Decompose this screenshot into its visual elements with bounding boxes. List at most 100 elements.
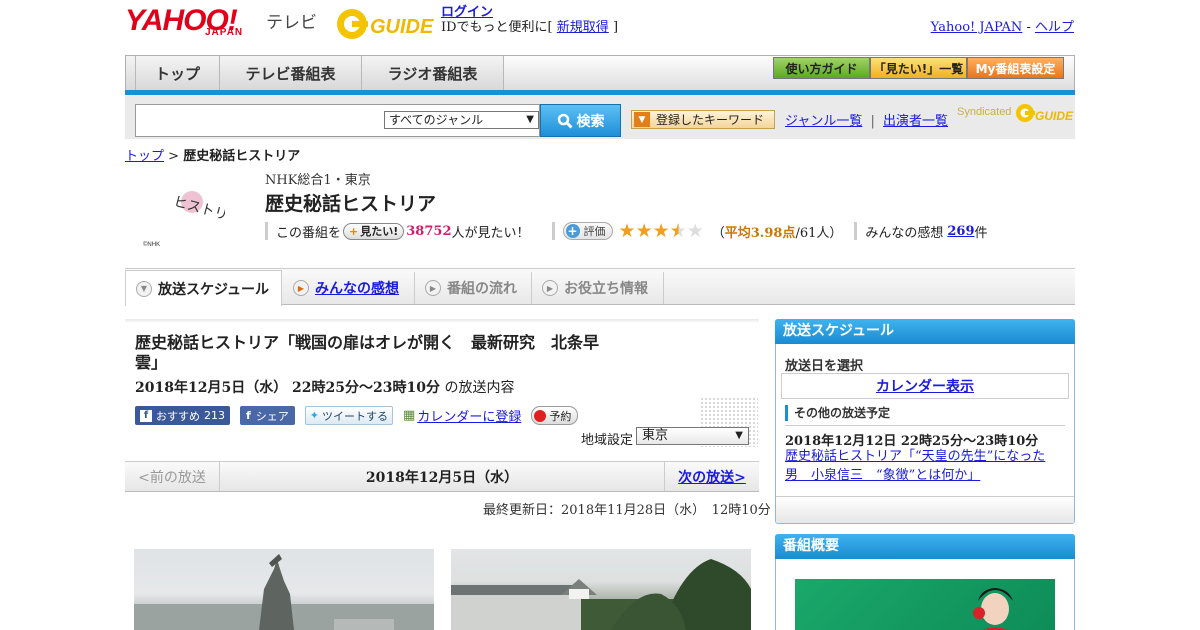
login-link[interactable]: ログイン xyxy=(441,5,493,20)
calendar-register-link[interactable]: カレンダーに登録 xyxy=(417,406,521,425)
episode-photo-statue xyxy=(134,549,434,630)
gguide-small-logo: GUIDE xyxy=(1016,104,1074,123)
fb-share-label: シェア xyxy=(255,409,289,423)
tab-program-flow[interactable]: ▶ 番組の流れ xyxy=(415,272,532,304)
tv-logo-text: テレビ xyxy=(266,13,317,33)
tab-impressions[interactable]: ▶ みんなの感想 xyxy=(283,272,415,304)
chevron-down-icon: ▼ xyxy=(136,280,152,297)
my-guide-settings-button[interactable]: My番組表設定 xyxy=(967,57,1064,79)
reserve-label: 予約 xyxy=(549,409,572,423)
breadcrumb-current: 歴史秘話ヒストリア xyxy=(183,149,301,164)
mitai-button-label: 見たい! xyxy=(360,225,399,238)
tab-broadcast-schedule[interactable]: ▼ 放送スケジュール xyxy=(125,270,282,306)
region-select[interactable]: 東京 ▼ xyxy=(636,427,749,445)
mitai-button[interactable]: + 見たい! xyxy=(343,222,405,240)
next-broadcast-button[interactable]: 次の放送> xyxy=(664,462,759,491)
evaluate-button-label: 評価 xyxy=(583,225,606,238)
svg-text:GUIDE: GUIDE xyxy=(370,16,434,38)
empty-star-icon: ★ xyxy=(686,219,704,242)
tweet-label: ツイートする xyxy=(322,409,389,423)
calendar-register: ▦ カレンダーに登録 xyxy=(403,406,521,425)
program-stats: この番組を + 見たい! 38752 人が見たい！ + 評価 ★★★★★ （ 平… xyxy=(265,221,988,241)
stats-divider xyxy=(265,222,268,240)
yahoo-japan-link[interactable]: Yahoo! JAPAN xyxy=(931,20,1023,35)
play-icon: ▶ xyxy=(542,280,558,296)
breadcrumb: トップ > 歴史秘話ヒストリア xyxy=(125,145,300,164)
twitter-bird-icon: ✦ xyxy=(309,409,320,422)
other-broadcasts-heading: その他の放送予定 xyxy=(785,405,890,421)
syndicated-gguide-logo: Syndicated GUIDE xyxy=(957,102,1077,126)
genre-select[interactable]: すべてのジャンル ▼ xyxy=(384,111,539,129)
mitai-list-button[interactable]: 「見たい!」一覧 xyxy=(870,57,967,79)
reserve-button[interactable]: 予約 xyxy=(531,406,579,425)
svg-text:ヒストリア: ヒストリア xyxy=(172,194,225,228)
chevron-down-icon: ▼ xyxy=(526,114,534,125)
yahoo-japan-logo-text: JAPAN xyxy=(205,27,244,38)
impressions-suffix: 件 xyxy=(974,225,988,241)
previous-broadcast-button[interactable]: <前の放送 xyxy=(125,462,220,491)
rating-suffix: /61人） xyxy=(795,225,843,241)
summary-panel-title: 番組概要 xyxy=(775,534,1075,559)
program-title: 歴史秘話ヒストリア xyxy=(265,193,437,215)
calendar-add-icon: ▦ xyxy=(403,408,416,423)
current-broadcast-date: 2018年12月5日（水） xyxy=(365,469,519,486)
breadcrumb-separator: > xyxy=(168,149,180,164)
calendar-view-link[interactable]: カレンダー表示 xyxy=(876,376,974,396)
impressions-prefix: みんなの感想 xyxy=(865,225,944,241)
search-button-label: 検索 xyxy=(576,113,605,130)
next-broadcast-item: 歴史秘話ヒストリア「“天皇の先生”になった男 小泉信三 “象徴”とは何か」 xyxy=(785,447,1055,485)
play-icon: ▶ xyxy=(293,280,309,296)
triangle-down-icon: ▼ xyxy=(634,112,650,127)
evaluate-button[interactable]: + 評価 xyxy=(562,222,613,240)
top-links-dash: - xyxy=(1026,20,1031,35)
record-icon xyxy=(534,409,547,422)
register-link[interactable]: 新規取得 xyxy=(557,20,609,35)
search-button[interactable]: 検索 xyxy=(540,104,621,137)
breadcrumb-top-link[interactable]: トップ xyxy=(125,149,164,164)
usage-guide-button[interactable]: 使い方ガイド xyxy=(773,57,870,79)
facebook-icon: f xyxy=(246,409,251,422)
schedule-panel xyxy=(775,319,1075,524)
star-icon: ★ xyxy=(635,219,653,242)
mitai-count: 38752 xyxy=(406,223,452,239)
tweet-button[interactable]: ✦ ツイートする xyxy=(304,406,394,425)
performer-list-link[interactable]: 出演者一覧 xyxy=(883,114,948,129)
nav-tab-tv-guide[interactable]: テレビ番組表 xyxy=(220,56,362,90)
episode-title: 歴史秘話ヒストリア「戦国の扉はオレが開く 最新研究 北条早雲」 xyxy=(135,333,600,372)
star-icon: ★ xyxy=(652,219,670,242)
nav-tab-radio-guide[interactable]: ラジオ番組表 xyxy=(362,56,504,90)
facebook-recommend-button[interactable]: f おすすめ 213 xyxy=(135,406,230,425)
next-broadcast-link[interactable]: 次の放送> xyxy=(678,467,746,487)
facebook-share-button[interactable]: f シェア xyxy=(240,406,295,425)
tab-label: みんなの感想 xyxy=(315,281,399,297)
registered-keywords-button[interactable]: ▼ 登録したキーワード xyxy=(631,110,775,129)
tab-label: お役立ち情報 xyxy=(564,281,648,297)
top-links: Yahoo! JAPAN - ヘルプ xyxy=(931,16,1074,35)
search-icon xyxy=(557,113,573,129)
schedule-panel-footer xyxy=(776,496,1074,523)
program-host-photo xyxy=(795,579,1055,630)
link-divider: | xyxy=(870,114,875,129)
rating-stars: ★★★★★ xyxy=(619,219,704,242)
g-guide-logo[interactable]: GUIDE xyxy=(334,6,434,42)
calendar-view-button[interactable]: カレンダー表示 xyxy=(781,373,1069,399)
select-date-label: 放送日を選択 xyxy=(785,359,864,374)
tab-useful-info[interactable]: ▶ お役立ち情報 xyxy=(532,272,664,304)
login-note: IDでもっと便利に[ xyxy=(441,20,553,35)
nav-tab-top[interactable]: トップ xyxy=(136,56,220,90)
svg-text:©NHK: ©NHK xyxy=(143,241,160,248)
next-broadcast-title-link[interactable]: 歴史秘話ヒストリア「“天皇の先生”になった男 小泉信三 “象徴”とは何か」 xyxy=(785,449,1045,483)
plus-circle-icon: + xyxy=(565,224,580,238)
mitai-suffix: 人が見たい！ xyxy=(451,225,530,241)
plus-icon: + xyxy=(349,224,359,238)
region-select-value: 東京 xyxy=(642,428,669,443)
impressions-count-link[interactable]: 269 xyxy=(947,224,974,239)
help-link[interactable]: ヘルプ xyxy=(1035,20,1074,35)
schedule-panel-title: 放送スケジュール xyxy=(775,319,1075,344)
program-logo: ヒストリア ©NHK xyxy=(140,180,243,250)
genre-list-link[interactable]: ジャンル一覧 xyxy=(785,114,862,129)
fb-recommend-count: 213 xyxy=(204,409,225,422)
mitai-prefix: この番組を xyxy=(276,225,342,241)
region-label: 地域設定 xyxy=(581,433,634,448)
fb-recommend-label: おすすめ xyxy=(156,409,200,423)
